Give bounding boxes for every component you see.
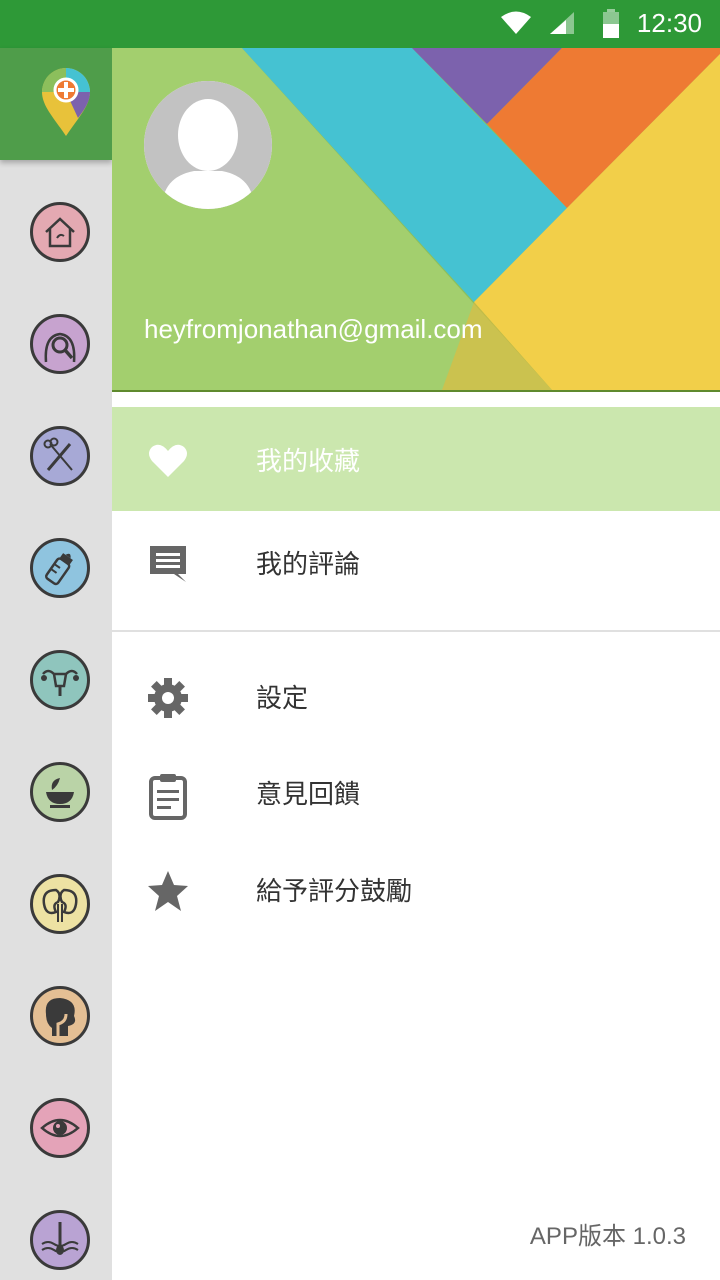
menu-label-settings: 設定	[256, 684, 309, 714]
skin-hair-icon	[41, 1222, 79, 1255]
wifi-icon	[500, 10, 532, 40]
menu-divider	[112, 630, 720, 632]
menu-item-rate-app[interactable]: 給予評分鼓勵	[112, 837, 720, 941]
menu-item-settings[interactable]: 設定	[112, 644, 720, 748]
menu-item-favorites[interactable]: 我的收藏	[112, 407, 720, 511]
category-herbal-medicine[interactable]	[30, 762, 90, 822]
heart-icon	[146, 439, 190, 483]
kidney-icon	[42, 888, 78, 922]
map-pin-plus-icon	[42, 68, 90, 136]
surgery-tools-icon	[43, 437, 73, 471]
app-version: APP版本 1.0.3	[529, 1223, 686, 1250]
drawer-header: heyfromjonathan@gmail.com	[112, 48, 720, 392]
battery-icon	[602, 9, 620, 43]
category-gynecology[interactable]	[30, 650, 90, 710]
herb-mortar-icon	[46, 778, 74, 808]
user-avatar[interactable]	[144, 81, 272, 209]
uterus-icon	[41, 669, 79, 696]
star-icon	[146, 869, 190, 913]
category-dermatology[interactable]	[30, 1210, 90, 1270]
menu-label-feedback: 意見回饋	[256, 780, 361, 810]
body-check-icon	[44, 332, 76, 363]
cell-signal-icon	[548, 10, 576, 40]
home-care-icon	[45, 217, 75, 248]
head-throat-icon	[45, 998, 76, 1036]
category-ophthalmology[interactable]	[30, 1098, 90, 1158]
app-logo[interactable]	[0, 48, 112, 160]
eye-icon	[40, 1118, 80, 1138]
menu-label-reviews: 我的評論	[256, 550, 361, 580]
category-body-check[interactable]	[30, 314, 90, 374]
status-bar: 12:30	[0, 0, 720, 48]
status-time: 12:30	[636, 8, 702, 38]
category-urology[interactable]	[30, 874, 90, 934]
default-avatar-icon	[144, 81, 272, 209]
menu-label-rate-app: 給予評分鼓勵	[256, 877, 413, 907]
menu-item-feedback[interactable]: 意見回饋	[112, 740, 720, 844]
menu-label-favorites: 我的收藏	[256, 447, 361, 477]
category-ent[interactable]	[30, 986, 90, 1046]
user-email: heyfromjonathan@gmail.com	[144, 314, 483, 344]
category-surgery[interactable]	[30, 426, 90, 486]
gear-icon	[146, 676, 190, 720]
menu-item-reviews[interactable]: 我的評論	[112, 510, 720, 614]
category-home-care[interactable]	[30, 202, 90, 262]
navigation-drawer: heyfromjonathan@gmail.com 我的收藏 我的評論 設定 意…	[112, 48, 720, 1280]
baby-bottle-icon	[45, 553, 73, 586]
category-baby-care[interactable]	[30, 538, 90, 598]
category-rail	[0, 48, 112, 1280]
comment-icon	[146, 542, 190, 586]
clipboard-icon	[146, 772, 190, 820]
